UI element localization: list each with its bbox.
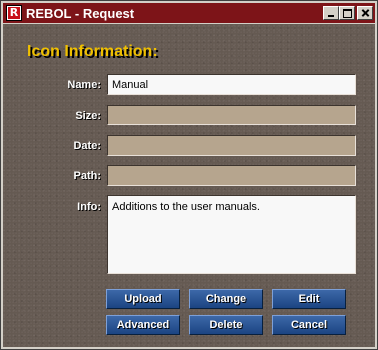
change-button[interactable]: Change <box>189 289 263 309</box>
edit-button[interactable]: Edit <box>272 289 346 309</box>
minimize-icon[interactable] <box>323 6 339 20</box>
request-window: R REBOL - Request Icon Information: Name… <box>0 0 378 350</box>
path-field[interactable] <box>107 165 356 186</box>
upload-button[interactable]: Upload <box>106 289 180 309</box>
size-field[interactable] <box>107 105 356 125</box>
form-heading: Icon Information: <box>27 43 158 60</box>
maximize-icon[interactable] <box>339 6 355 20</box>
close-icon[interactable] <box>357 6 373 20</box>
title-bar[interactable]: R REBOL - Request <box>3 3 375 23</box>
rebol-logo-icon[interactable]: R <box>6 5 22 21</box>
name-label: Name: <box>67 79 101 91</box>
window-title: REBOL - Request <box>26 6 135 21</box>
delete-button[interactable]: Delete <box>189 315 263 335</box>
size-label: Size: <box>75 110 101 122</box>
form-panel: Icon Information: Name: Size: Date: Path… <box>3 24 375 347</box>
app-icon-letter: R <box>8 6 20 19</box>
name-field[interactable] <box>107 74 356 95</box>
date-field[interactable] <box>107 135 356 156</box>
advanced-button[interactable]: Advanced <box>106 315 180 335</box>
date-label: Date: <box>73 140 101 152</box>
cancel-button[interactable]: Cancel <box>272 315 346 335</box>
path-label: Path: <box>73 170 102 182</box>
info-label: Info: <box>77 201 101 213</box>
info-field[interactable]: Additions to the user manuals. <box>107 195 356 274</box>
